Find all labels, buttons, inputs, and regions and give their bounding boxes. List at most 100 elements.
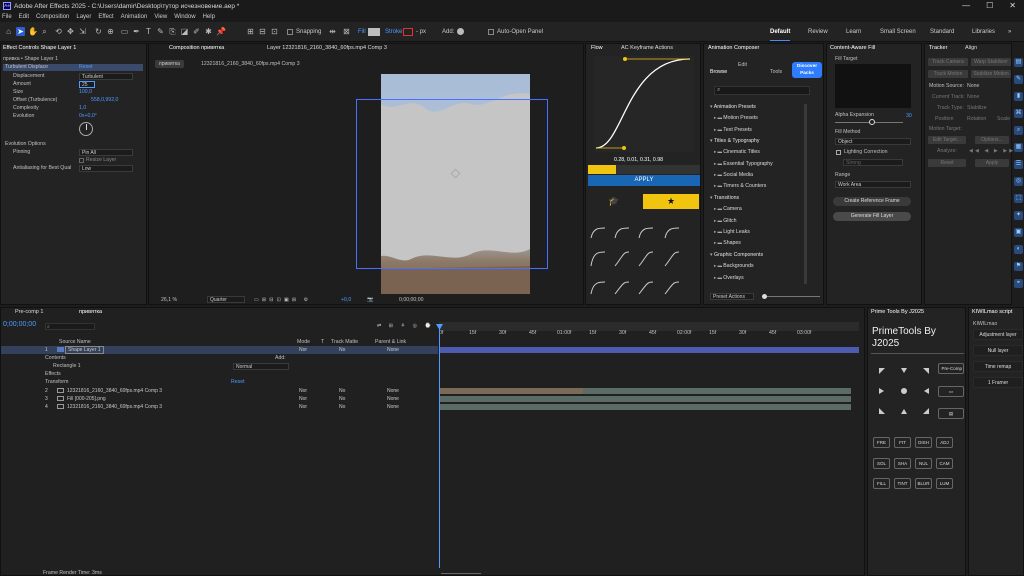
tracker-reset-button[interactable]: Reset bbox=[928, 159, 966, 167]
sidebar-panel-icon-10[interactable]: ✦ bbox=[1014, 211, 1023, 220]
prime-btn-tint[interactable]: TINT bbox=[894, 478, 911, 489]
evolution-value[interactable]: 0x+0,0° bbox=[79, 113, 97, 119]
prime-btn-adj[interactable]: ADJ bbox=[936, 437, 953, 448]
layer-track-matte[interactable]: No bbox=[339, 396, 345, 402]
prime-btn-blur[interactable]: BLUR bbox=[915, 478, 932, 489]
timeline-switches-icons[interactable]: ⇄ ⊞ ⚘ ◎ ⌚ ⊡ bbox=[377, 323, 446, 329]
discover-packs-button[interactable]: Discover Packs bbox=[792, 62, 822, 78]
layer-name[interactable]: 12321816_2160_3840_60fps.mp4 Comp 3 bbox=[67, 388, 162, 394]
displacement-dropdown[interactable]: Turbulent bbox=[79, 73, 133, 80]
keyframe-actions-tab[interactable]: AC Keyframe Actions bbox=[621, 44, 673, 53]
snapping-checkbox[interactable] bbox=[287, 29, 293, 35]
layer-parent[interactable]: None bbox=[387, 396, 399, 402]
menu-layer[interactable]: Layer bbox=[76, 14, 91, 20]
maximize-button[interactable]: ☐ bbox=[986, 0, 993, 12]
sidebar-panel-icon-13[interactable]: ⚑ bbox=[1014, 262, 1023, 271]
folder-glitch[interactable]: Glitch bbox=[714, 218, 736, 224]
layer-track-matte[interactable]: No bbox=[339, 388, 345, 394]
kiwil-tab[interactable]: KIWILmao script bbox=[972, 308, 1012, 317]
sidebar-panel-icon-9[interactable]: ⬚ bbox=[1014, 194, 1023, 203]
pin-tool-icon[interactable]: 📌 bbox=[216, 27, 226, 36]
sidebar-panel-icon-14[interactable]: ⌖ bbox=[1014, 279, 1023, 288]
layer-track-matte[interactable]: No bbox=[339, 347, 345, 353]
sidebar-panel-icon-1[interactable]: ▤ bbox=[1014, 58, 1023, 67]
apply-button[interactable]: APPLY bbox=[588, 175, 700, 186]
sidebar-panel-icon-3[interactable]: ▮ bbox=[1014, 92, 1023, 101]
track-type-dropdown[interactable]: Stabilize bbox=[967, 105, 987, 111]
preset-search-input[interactable]: ⌕ bbox=[714, 86, 810, 95]
sidebar-panel-icon-12[interactable]: ◐ bbox=[1014, 245, 1023, 254]
prime-btn-nul[interactable]: NUL bbox=[915, 458, 932, 469]
rectangle-group[interactable]: Rectangle 1 bbox=[53, 363, 81, 369]
folder-social-media[interactable]: Social Media bbox=[714, 172, 753, 178]
create-reference-frame-button[interactable]: Create Reference Frame bbox=[833, 197, 911, 206]
minimize-button[interactable]: — bbox=[962, 0, 970, 12]
sidebar-panel-icon-4[interactable]: ⌘ bbox=[1014, 109, 1023, 118]
pen-tool-icon[interactable]: ✒ bbox=[132, 27, 141, 36]
stroke-width[interactable]: - px bbox=[416, 29, 426, 35]
workspace-learn[interactable]: Learn bbox=[846, 29, 861, 35]
lighting-correction-checkbox[interactable] bbox=[836, 150, 841, 155]
resize-layer-checkbox[interactable] bbox=[79, 158, 84, 163]
folder-timers-counters[interactable]: Timers & Counters bbox=[714, 183, 766, 189]
layer-mode[interactable]: Nor bbox=[299, 396, 307, 402]
effects-group[interactable]: Effects bbox=[45, 371, 61, 377]
layer-2-tail-bar[interactable] bbox=[583, 388, 851, 394]
sidebar-panel-icon-5[interactable]: ⌕ bbox=[1014, 126, 1023, 135]
preset-actions-dropdown[interactable]: Preset Actions bbox=[710, 293, 754, 300]
menu-composition[interactable]: Composition bbox=[36, 14, 69, 20]
timeline-layer-row-2[interactable]: 2 12321816_2160_3840_60fps.mp4 Comp 3 No… bbox=[1, 387, 438, 395]
layer-name[interactable]: Shape Layer 1 bbox=[65, 346, 104, 354]
tracker-apply-button[interactable]: Apply bbox=[975, 159, 1009, 167]
anchor-tool-icon[interactable]: ⊕ bbox=[106, 27, 115, 36]
contents-add-label[interactable]: Add: bbox=[275, 355, 286, 361]
folder-cinematic-titles[interactable]: Cinematic Titles bbox=[714, 149, 760, 155]
group-transitions[interactable]: Transitions bbox=[710, 195, 739, 201]
workspace-libraries[interactable]: Libraries bbox=[972, 29, 995, 35]
layer-parent[interactable]: None bbox=[387, 347, 399, 353]
hand-tool-icon[interactable]: ✋ bbox=[28, 27, 38, 36]
close-button[interactable]: ✕ bbox=[1009, 0, 1016, 12]
prime-btn-sha[interactable]: SHA bbox=[894, 458, 911, 469]
tools-tab[interactable]: Tools bbox=[770, 69, 782, 75]
effect-controls-tab[interactable]: Effect Controls Shape Layer 1 bbox=[3, 44, 76, 53]
dolly-tool-icon[interactable]: ⇲ bbox=[78, 27, 87, 36]
selection-tool-icon[interactable]: ➤ bbox=[16, 27, 25, 36]
browse-tab[interactable]: Browse bbox=[710, 69, 727, 75]
layer-4-duration-bar[interactable] bbox=[440, 404, 851, 410]
layer-name[interactable]: 12321816_2160_3840_60fps.mp4 Comp 3 bbox=[67, 404, 162, 410]
effect-row[interactable]: Turbulent Displace Reset bbox=[3, 64, 143, 71]
offset-value[interactable]: 558,0,992,0 bbox=[91, 97, 118, 103]
evolution-dial[interactable] bbox=[79, 122, 93, 136]
easing-presets-row[interactable] bbox=[588, 165, 700, 174]
range-dropdown[interactable]: Work Area bbox=[835, 181, 911, 188]
viewer-controls-icons[interactable]: ▭⊞⊟⊡▣⊞ ⚙ bbox=[254, 297, 311, 303]
layer-2-duration-bar[interactable] bbox=[440, 388, 583, 394]
track-camera-button[interactable]: Track Camera bbox=[928, 58, 968, 66]
prime-tool-button-2[interactable]: ▭ bbox=[938, 386, 964, 397]
layer-parent[interactable]: None bbox=[387, 404, 399, 410]
resolution-dropdown[interactable]: Quarter bbox=[207, 296, 245, 303]
menu-animation[interactable]: Animation bbox=[121, 14, 148, 20]
prime-tool-button-3[interactable]: ▤ bbox=[938, 408, 964, 419]
adjustment-layer-button[interactable]: Adjustment layer bbox=[973, 329, 1023, 340]
time-remap-button[interactable]: Time remap bbox=[973, 361, 1023, 372]
alpha-expansion-slider[interactable] bbox=[835, 119, 903, 125]
orbit-tool-icon[interactable]: ⟲ bbox=[54, 27, 63, 36]
workspace-standard[interactable]: Standard bbox=[930, 29, 954, 35]
group-animation-presets[interactable]: Animation Presets bbox=[710, 104, 756, 110]
workspace-small-screen[interactable]: Small Screen bbox=[880, 29, 916, 35]
sidebar-panel-icon-8[interactable]: ◎ bbox=[1014, 177, 1023, 186]
folder-light-leaks[interactable]: Light Leaks bbox=[714, 229, 750, 235]
prime-btn-fit[interactable]: FIT bbox=[894, 437, 911, 448]
track-motion-button[interactable]: Track Motion bbox=[928, 70, 968, 78]
timeline-layer-row-1[interactable]: 1 Shape Layer 1 Nor No None bbox=[1, 346, 438, 354]
complexity-value[interactable]: 1,0 bbox=[79, 105, 86, 111]
menu-edit[interactable]: Edit bbox=[19, 14, 29, 20]
position-checkbox[interactable]: Position bbox=[935, 116, 953, 122]
rectangle-tool-icon[interactable]: ▭ bbox=[120, 27, 129, 36]
anchor-grid-icons[interactable] bbox=[874, 363, 934, 419]
group-titles-typography[interactable]: Titles & Typography bbox=[710, 138, 760, 144]
warp-stabilizer-button[interactable]: Warp Stabilizer bbox=[971, 58, 1011, 66]
sidebar-panel-icon-6[interactable]: ▦ bbox=[1014, 143, 1023, 152]
